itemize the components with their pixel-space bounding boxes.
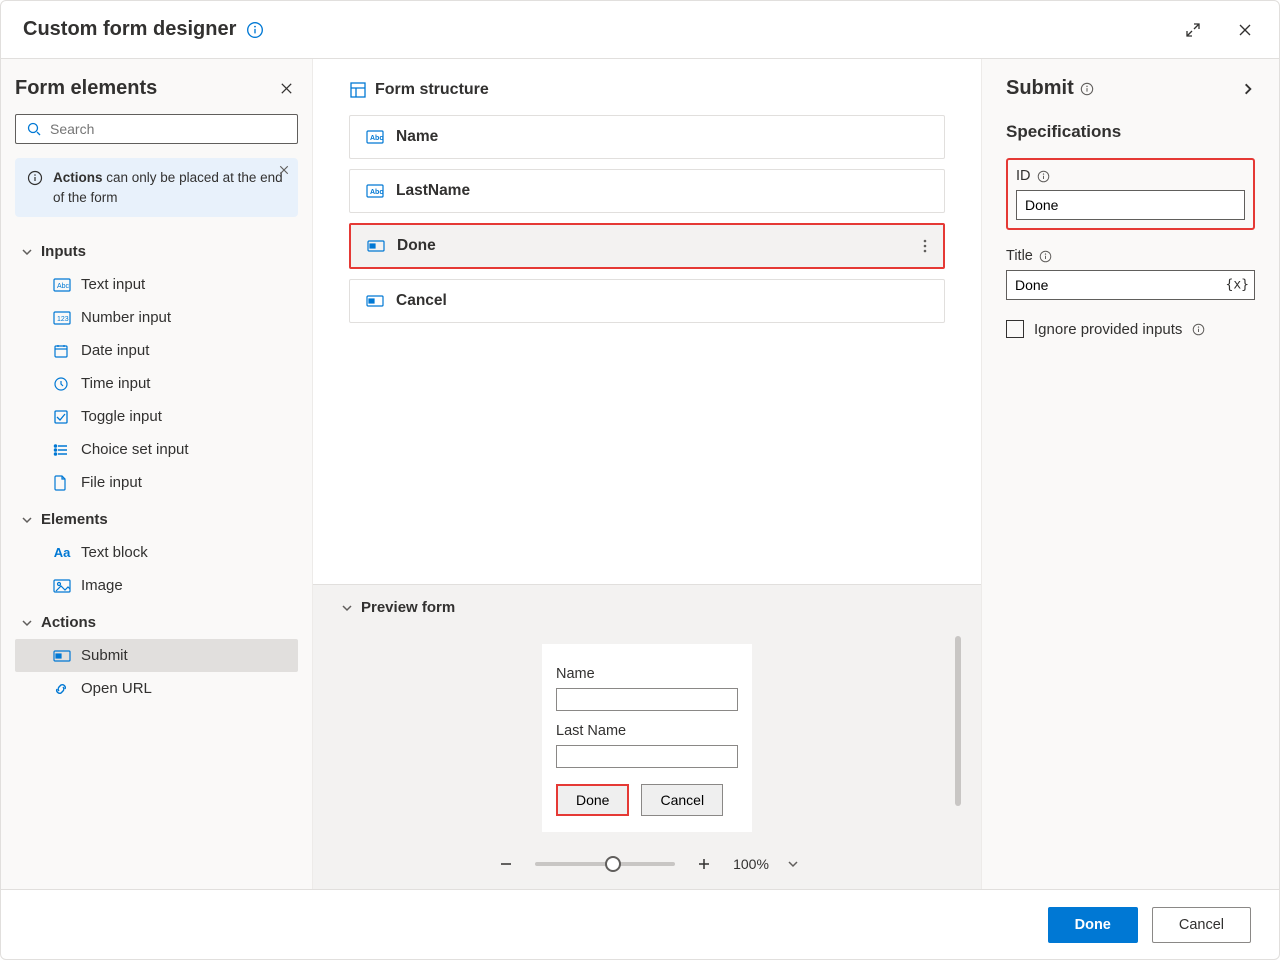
zoom-slider[interactable] bbox=[535, 862, 675, 866]
group-actions-label: Actions bbox=[41, 614, 96, 631]
window-title: Custom form designer bbox=[23, 18, 236, 41]
item-choice-set-input[interactable]: Choice set input bbox=[15, 433, 298, 466]
item-text-input[interactable]: AbcText input bbox=[15, 268, 298, 301]
button-icon bbox=[53, 650, 71, 662]
checkbox-icon bbox=[53, 409, 71, 425]
fx-badge[interactable]: {x} bbox=[1226, 278, 1249, 293]
title-input[interactable] bbox=[1006, 270, 1255, 300]
info-banner: Actions can only be placed at the end of… bbox=[15, 158, 298, 217]
item-number-input[interactable]: 123Number input bbox=[15, 301, 298, 334]
info-icon[interactable] bbox=[1039, 250, 1052, 263]
cancel-button[interactable]: Cancel bbox=[1152, 907, 1251, 943]
preview-form-card: Name Last Name Done Cancel bbox=[542, 644, 752, 832]
group-elements[interactable]: Elements bbox=[15, 503, 298, 536]
search-input[interactable] bbox=[15, 114, 298, 144]
preview-heading[interactable]: Preview form bbox=[341, 599, 953, 616]
titlebar: Custom form designer bbox=[1, 1, 1279, 59]
struct-card-name[interactable]: Abc Name bbox=[349, 115, 945, 159]
properties-panel: Submit Specifications ID Title bbox=[981, 59, 1279, 889]
ignore-checkbox[interactable] bbox=[1006, 320, 1024, 338]
title-label: Title bbox=[1006, 248, 1033, 264]
zoom-value: 100% bbox=[733, 856, 769, 872]
svg-text:123: 123 bbox=[57, 316, 69, 323]
info-icon[interactable] bbox=[1037, 170, 1050, 183]
banner-close-icon[interactable] bbox=[278, 164, 290, 176]
preview-scrollbar[interactable] bbox=[955, 636, 961, 806]
id-field-block: ID bbox=[1006, 158, 1255, 230]
group-inputs-label: Inputs bbox=[41, 243, 86, 260]
aa-icon: Aa bbox=[53, 545, 71, 560]
chevron-right-icon[interactable] bbox=[1241, 82, 1255, 96]
footer: Done Cancel bbox=[1, 889, 1279, 959]
zoom-controls: 100% bbox=[341, 847, 953, 875]
center-panel: Form structure Abc Name Abc LastName Don… bbox=[313, 59, 981, 889]
button-icon bbox=[366, 295, 384, 307]
item-toggle-input[interactable]: Toggle input bbox=[15, 400, 298, 433]
item-image[interactable]: Image bbox=[15, 569, 298, 602]
group-inputs[interactable]: Inputs bbox=[15, 235, 298, 268]
form-structure-heading: Form structure bbox=[349, 81, 945, 99]
id-label: ID bbox=[1016, 168, 1031, 184]
specifications-heading: Specifications bbox=[1006, 122, 1255, 142]
clock-icon bbox=[53, 376, 71, 392]
preview-name-input[interactable] bbox=[556, 688, 738, 711]
preview-done-button[interactable]: Done bbox=[556, 784, 629, 816]
done-button[interactable]: Done bbox=[1048, 907, 1138, 943]
preview-panel: Preview form Name Last Name Done Cancel bbox=[313, 584, 981, 889]
item-submit[interactable]: Submit bbox=[15, 639, 298, 672]
more-icon[interactable] bbox=[923, 239, 927, 253]
item-time-input[interactable]: Time input bbox=[15, 367, 298, 400]
ignore-label: Ignore provided inputs bbox=[1034, 321, 1182, 338]
struct-card-cancel[interactable]: Cancel bbox=[349, 279, 945, 323]
info-icon[interactable] bbox=[1080, 82, 1094, 96]
maximize-icon[interactable] bbox=[1181, 18, 1205, 42]
chevron-down-icon[interactable] bbox=[787, 858, 799, 870]
struct-card-done[interactable]: Done bbox=[349, 223, 945, 269]
image-icon bbox=[53, 579, 71, 593]
svg-text:Abc: Abc bbox=[370, 135, 383, 142]
id-input[interactable] bbox=[1016, 190, 1245, 220]
preview-lastname-input[interactable] bbox=[556, 745, 738, 768]
info-icon[interactable] bbox=[246, 21, 264, 39]
item-open-url[interactable]: Open URL bbox=[15, 672, 298, 705]
preview-lastname-label: Last Name bbox=[556, 723, 738, 739]
sidebar-heading: Form elements bbox=[15, 77, 157, 100]
sidebar: Form elements Actions can only be placed… bbox=[1, 59, 313, 889]
link-icon bbox=[53, 681, 71, 697]
item-file-input[interactable]: File input bbox=[15, 466, 298, 499]
button-icon bbox=[367, 240, 385, 252]
banner-strong: Actions bbox=[53, 170, 103, 185]
group-actions[interactable]: Actions bbox=[15, 606, 298, 639]
zoom-out-button[interactable] bbox=[495, 853, 517, 875]
preview-cancel-button[interactable]: Cancel bbox=[641, 784, 723, 816]
preview-name-label: Name bbox=[556, 666, 738, 682]
svg-text:Abc: Abc bbox=[370, 189, 383, 196]
text-icon: Abc bbox=[53, 278, 71, 292]
struct-card-lastname[interactable]: Abc LastName bbox=[349, 169, 945, 213]
svg-text:Abc: Abc bbox=[57, 283, 70, 290]
ignore-inputs-row[interactable]: Ignore provided inputs bbox=[1006, 320, 1255, 338]
info-icon[interactable] bbox=[1192, 323, 1205, 336]
list-icon bbox=[53, 442, 71, 458]
number-icon: 123 bbox=[53, 311, 71, 325]
zoom-in-button[interactable] bbox=[693, 853, 715, 875]
item-date-input[interactable]: Date input bbox=[15, 334, 298, 367]
title-field-block: Title {x} bbox=[1006, 248, 1255, 300]
info-circle-icon bbox=[27, 170, 43, 207]
group-elements-label: Elements bbox=[41, 511, 108, 528]
sidebar-close-icon[interactable] bbox=[275, 77, 298, 100]
search-field[interactable] bbox=[50, 121, 287, 137]
file-icon bbox=[53, 475, 71, 491]
text-icon: Abc bbox=[366, 130, 384, 144]
right-heading: Submit bbox=[1006, 77, 1074, 100]
calendar-icon bbox=[53, 343, 71, 359]
close-icon[interactable] bbox=[1233, 18, 1257, 42]
text-icon: Abc bbox=[366, 184, 384, 198]
item-text-block[interactable]: AaText block bbox=[15, 536, 298, 569]
